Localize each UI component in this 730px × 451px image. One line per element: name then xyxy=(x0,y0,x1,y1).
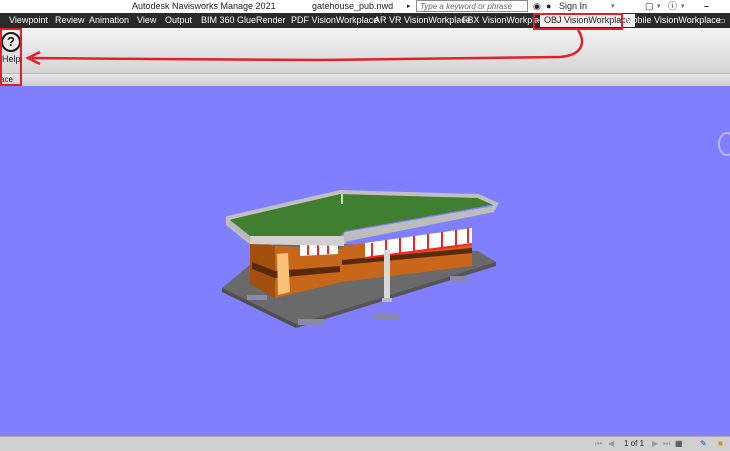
search-input[interactable] xyxy=(416,0,528,12)
user-icon: ● xyxy=(546,1,552,11)
building-model xyxy=(222,189,499,328)
first-page-icon[interactable]: ⏮ xyxy=(595,439,602,449)
help-circle-icon[interactable]: ⓘ xyxy=(668,0,677,13)
cart-dropdown-icon[interactable]: ▾ xyxy=(657,0,661,13)
3d-viewport[interactable] xyxy=(0,86,730,436)
tab-arvr-visionworkplace[interactable]: AR VR VisionWorkplace xyxy=(374,13,471,28)
file-name: gatehouse_pub.nwd xyxy=(312,1,394,11)
tab-view[interactable]: View xyxy=(137,13,156,28)
tab-bim360-glue[interactable]: BIM 360 Glue xyxy=(201,13,256,28)
minimize-icon[interactable]: – xyxy=(704,0,709,13)
sign-in-dropdown-icon[interactable]: ▾ xyxy=(611,0,615,13)
pencil-icon[interactable]: ✎ xyxy=(700,439,707,449)
page-indicator: 1 of 1 xyxy=(624,439,645,448)
last-page-icon[interactable]: ⏭ xyxy=(663,439,670,449)
previous-page-icon[interactable]: ◀ xyxy=(608,439,614,449)
tab-render[interactable]: Render xyxy=(256,13,286,28)
cart-icon[interactable]: ▢ xyxy=(645,0,654,13)
next-page-icon[interactable]: ▶ xyxy=(652,439,658,449)
ribbon-panel-footer xyxy=(0,73,730,86)
tab-mobile-visionworkplace[interactable]: Mobile VisionWorkplace xyxy=(625,13,721,28)
tab-viewpoint[interactable]: Viewpoint xyxy=(9,13,48,28)
annotation-box-obj-tab xyxy=(533,13,623,30)
memory-icon: ■ xyxy=(718,439,723,448)
tab-output[interactable]: Output xyxy=(165,13,192,28)
title-bar: Autodesk Navisworks Manage 2021 gatehous… xyxy=(0,0,730,13)
app-title: Autodesk Navisworks Manage 2021 xyxy=(132,1,276,11)
viewcube-edge-icon[interactable] xyxy=(718,132,730,156)
tab-pdf-visionworkplace[interactable]: PDF VisionWorkplace xyxy=(291,13,378,28)
status-bar: ⏮ ◀ 1 of 1 ▶ ⏭ ▦ ✎ ■ xyxy=(0,436,730,451)
dropdown-arrow-icon[interactable]: ▸ xyxy=(407,0,411,13)
binoculars-icon[interactable]: ◉ xyxy=(533,0,541,13)
sign-in-link[interactable]: Sign In xyxy=(559,0,587,13)
tab-review[interactable]: Review xyxy=(55,13,85,28)
tab-animation[interactable]: Animation xyxy=(89,13,129,28)
annotation-box-help xyxy=(0,28,22,86)
ribbon-minimize-icon[interactable]: ▭ xyxy=(718,13,726,28)
help-dropdown-icon[interactable]: ▾ xyxy=(681,0,685,13)
sheet-browser-icon[interactable]: ▦ xyxy=(675,439,683,449)
